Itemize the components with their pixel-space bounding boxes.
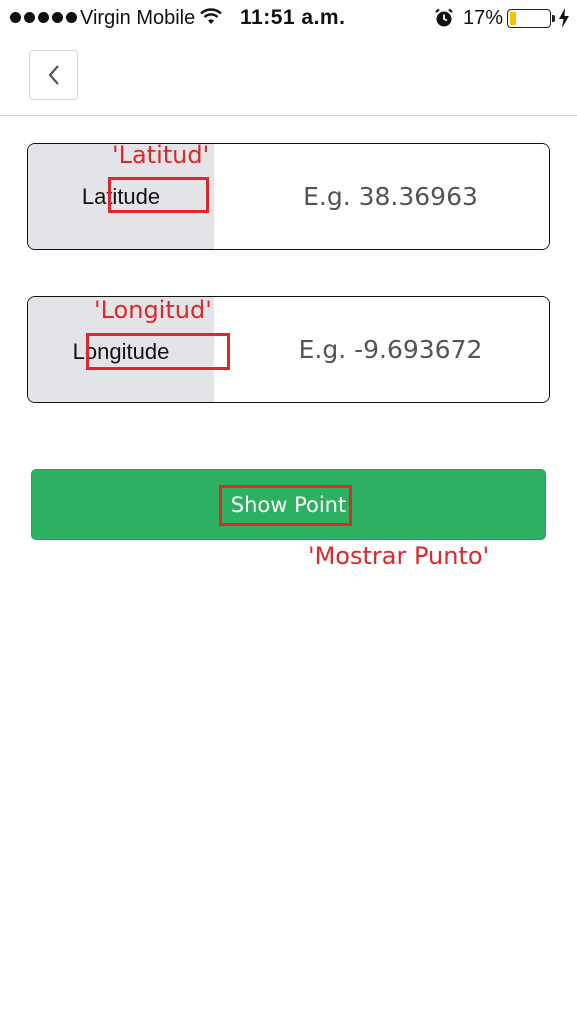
show-point-annotation: 'Mostrar Punto' [308, 542, 490, 570]
latitude-input[interactable] [214, 144, 549, 249]
carrier-name: Virgin Mobile [80, 7, 196, 29]
wifi-icon [200, 8, 222, 24]
page: Virgin Mobile 11:51 a.m. 17% Latitude E.… [0, 0, 577, 1024]
battery-percent: 17% [463, 7, 504, 29]
nav-header [0, 38, 577, 116]
signal-dots-icon [10, 12, 77, 23]
status-bar: Virgin Mobile 11:51 a.m. 17% [0, 0, 577, 38]
charging-bolt-icon [559, 8, 569, 28]
battery-tip [552, 15, 555, 22]
latitude-label-highlight [108, 177, 209, 213]
longitude-annotation: 'Longitud' [94, 296, 212, 324]
latitude-input-group: Latitude [27, 143, 550, 250]
status-time: 11:51 a.m. [240, 6, 346, 29]
longitude-input[interactable] [214, 297, 549, 402]
chevron-left-icon [48, 65, 59, 85]
battery-icon [507, 9, 551, 28]
alarm-clock-icon [435, 8, 453, 27]
longitude-label-highlight [86, 333, 230, 370]
back-button[interactable] [29, 50, 78, 100]
show-point-highlight [219, 485, 352, 526]
latitude-annotation: 'Latitud' [112, 141, 210, 169]
battery-level-fill [510, 12, 517, 25]
